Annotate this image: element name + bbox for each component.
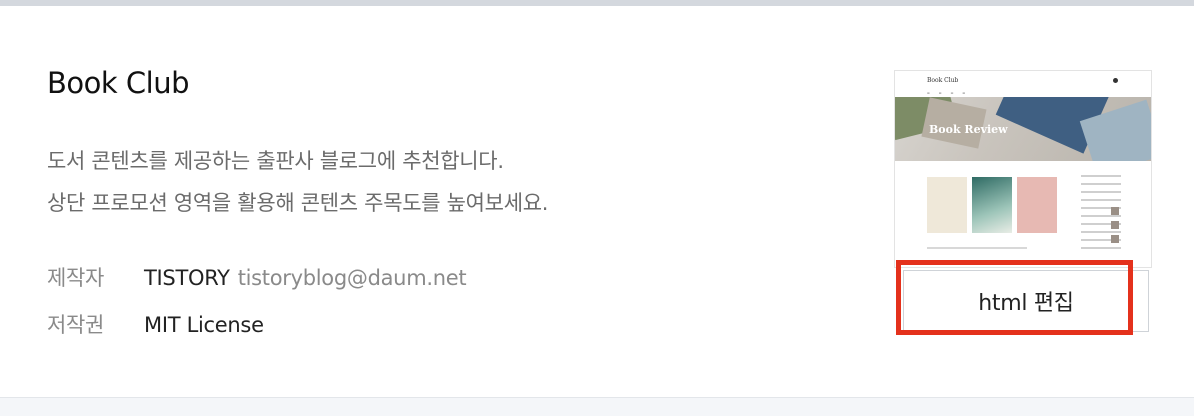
preview-hero-banner: Book Review: [895, 97, 1151, 161]
theme-preview-thumbnail: Book Club ▬ ▬ ▬ ▬ Book Review: [894, 70, 1152, 268]
edit-html-button[interactable]: html 편집: [903, 270, 1149, 332]
author-label: 제작자: [47, 266, 105, 290]
preview-book-cover: [1017, 177, 1057, 233]
author-name: TISTORY: [144, 266, 230, 290]
theme-description: 도서 콘텐츠를 제공하는 출판사 블로그에 추천합니다. 상단 프로모션 영역을…: [47, 140, 548, 224]
license-value: MIT License: [144, 313, 264, 337]
theme-title: Book Club: [47, 66, 190, 100]
preview-book-cover: [927, 177, 967, 233]
author-email: tistoryblog@daum.net: [237, 266, 467, 290]
preview-sidebar-thumb: [1111, 207, 1119, 215]
license-row: 저작권 MIT License: [47, 309, 264, 339]
preview-sidebar-thumb: [1111, 221, 1119, 229]
preview-book-cover: [972, 177, 1012, 233]
preview-footer-line: [927, 247, 1027, 249]
preview-nav: ▬ ▬ ▬ ▬: [927, 91, 970, 95]
preview-sidebar-thumb: [1111, 235, 1119, 243]
preview-logo: Book Club: [927, 77, 959, 84]
bottom-divider: [0, 397, 1194, 398]
preview-search-icon: [1113, 78, 1118, 83]
preview-hero-text: Book Review: [929, 123, 1008, 136]
description-line-1: 도서 콘텐츠를 제공하는 출판사 블로그에 추천합니다.: [47, 149, 504, 173]
author-row: 제작자 TISTORY tistoryblog@daum.net: [47, 262, 467, 292]
preview-sidebar: [1081, 175, 1121, 255]
license-label: 저작권: [47, 313, 105, 337]
description-line-2: 상단 프로모션 영역을 활용해 콘텐츠 주목도를 높여보세요.: [47, 191, 549, 215]
